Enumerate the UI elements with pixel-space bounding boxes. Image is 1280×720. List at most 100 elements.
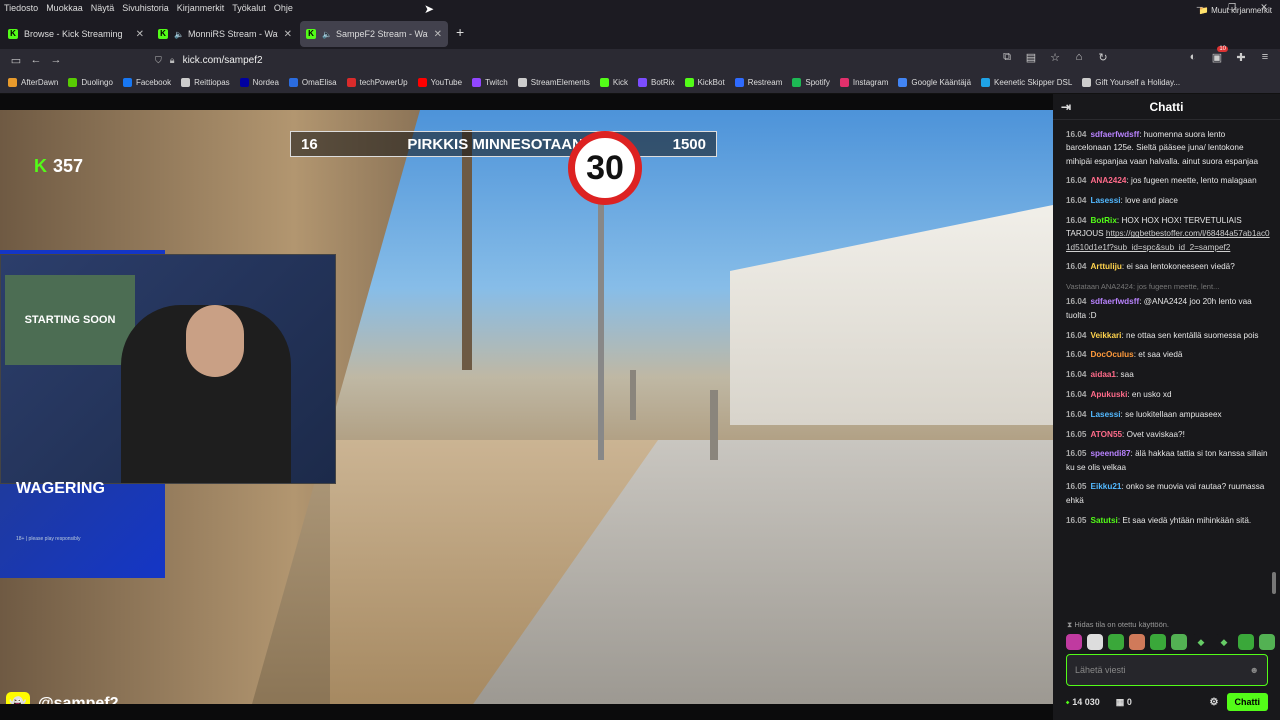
message-username[interactable]: Lasessi bbox=[1091, 410, 1121, 419]
reload-icon[interactable]: ↻ bbox=[1094, 51, 1112, 64]
menu-bookmarks[interactable]: Kirjanmerkit bbox=[173, 3, 229, 13]
send-chat-button[interactable]: Chatti bbox=[1226, 693, 1268, 711]
tab-sampef2[interactable]: K 🔈 SampeF2 Stream - Watch Li ✕ bbox=[300, 21, 448, 47]
emote-icon[interactable]: ◆ bbox=[1192, 634, 1210, 650]
hamburger-menu-icon[interactable]: ≡ bbox=[1256, 51, 1274, 64]
emote-icon[interactable] bbox=[1066, 634, 1082, 650]
message-username[interactable]: Arttuliju bbox=[1091, 262, 1122, 271]
close-tab-icon[interactable]: ✕ bbox=[136, 29, 144, 40]
close-tab-icon[interactable]: ✕ bbox=[284, 29, 292, 40]
emote-icon[interactable] bbox=[1259, 634, 1275, 650]
message-username[interactable]: speendi87 bbox=[1091, 449, 1131, 458]
emote-icon[interactable] bbox=[1108, 634, 1124, 650]
message-username[interactable]: sdfaerfwdsff bbox=[1091, 130, 1140, 139]
message-username[interactable]: ATON55 bbox=[1091, 430, 1123, 439]
bookmark-item[interactable]: Duolingo bbox=[68, 77, 113, 87]
bookmark-item[interactable]: Gift Yourself a Holiday... bbox=[1082, 77, 1180, 87]
bookmark-favicon-icon bbox=[8, 77, 17, 87]
chat-scrollbar[interactable] bbox=[1272, 572, 1276, 594]
emote-icon[interactable] bbox=[1087, 634, 1103, 650]
lock-icon[interactable]: 🔒︎ bbox=[170, 55, 175, 66]
bookmark-item[interactable]: Google Kääntäjä bbox=[898, 77, 971, 87]
picture-in-picture-icon[interactable]: ⧉ bbox=[998, 51, 1016, 64]
bookmark-favicon-icon bbox=[517, 77, 527, 87]
bookmark-item[interactable]: Instagram bbox=[839, 77, 888, 87]
url-bar[interactable]: ⛉ 🔒︎ kick.com/sampef2 bbox=[155, 51, 1055, 69]
home-icon[interactable]: ⌂ bbox=[1070, 51, 1088, 64]
message-username[interactable]: DocOculus bbox=[1091, 350, 1134, 359]
message-username[interactable]: Satutsi bbox=[1091, 516, 1118, 525]
bookmark-star-icon[interactable]: ☆ bbox=[1046, 51, 1064, 64]
bookmark-item[interactable]: Kick bbox=[599, 77, 628, 87]
menu-edit[interactable]: Muokkaa bbox=[42, 3, 87, 13]
bookmark-item[interactable]: AfterDawn bbox=[8, 77, 58, 87]
extensions-icon[interactable]: ✚ bbox=[1232, 51, 1250, 64]
bookmark-item[interactable]: Spotify bbox=[792, 77, 830, 87]
bookmark-item[interactable]: KickBot bbox=[684, 77, 725, 87]
tab-browse-kick[interactable]: K Browse - Kick Streaming ✕ bbox=[2, 21, 150, 47]
bollard bbox=[630, 370, 636, 420]
account-icon[interactable]: ◐ bbox=[1184, 51, 1202, 64]
close-tab-icon[interactable]: ✕ bbox=[434, 29, 442, 40]
sidebar-toggle-icon[interactable]: ▭ bbox=[6, 54, 26, 67]
tracking-shield-icon[interactable]: ⛉ bbox=[155, 55, 162, 66]
message-time: 16.04 bbox=[1066, 330, 1087, 340]
emote-icon[interactable] bbox=[1171, 634, 1187, 650]
menu-file[interactable]: Tiedosto bbox=[0, 3, 42, 13]
channel-points[interactable]: ⬩ 14 030 bbox=[1066, 697, 1100, 708]
tab-monnirs[interactable]: K 🔈 MonniRS Stream - Watch Li ✕ bbox=[152, 21, 298, 47]
bookmark-item[interactable]: Restream bbox=[734, 77, 782, 87]
other-bookmarks[interactable]: 📁 Muut kirjanmerkit bbox=[1199, 6, 1272, 15]
bookmark-item[interactable]: YouTube bbox=[417, 77, 462, 87]
emote-icon[interactable]: ◆ bbox=[1215, 634, 1233, 650]
new-tab-icon[interactable]: + bbox=[456, 24, 464, 40]
message-username[interactable]: Veikkari bbox=[1091, 331, 1122, 340]
message-username[interactable]: Lasessi bbox=[1091, 196, 1121, 205]
kick-favicon-icon: K bbox=[8, 29, 18, 39]
reply-preview[interactable]: Vastataan ANA2424: jos fugeen meette, le… bbox=[1066, 280, 1270, 293]
bookmark-item[interactable]: OmaElisa bbox=[288, 77, 337, 87]
bookmark-item[interactable]: Facebook bbox=[122, 77, 171, 87]
menu-help[interactable]: Ohje bbox=[270, 3, 297, 13]
message-username[interactable]: Eikku21 bbox=[1091, 482, 1122, 491]
bookmark-item[interactable]: Nordea bbox=[239, 77, 279, 87]
speaker-icon[interactable]: 🔈 bbox=[174, 30, 184, 39]
forward-icon[interactable]: → bbox=[46, 54, 66, 66]
gift-count[interactable]: ▦ 0 bbox=[1116, 697, 1132, 708]
menu-tools[interactable]: Työkalut bbox=[228, 3, 270, 13]
video-player[interactable]: 16 PIRKKIS MINNESOTAAN 1500 30 K 357 STA… bbox=[0, 110, 1053, 704]
chat-message: 16.05 Satutsi: Et saa viedä yhtään mihink… bbox=[1066, 514, 1270, 527]
message-username[interactable]: Apukuski bbox=[1091, 390, 1128, 399]
collapse-chat-icon[interactable]: ⇥ bbox=[1061, 100, 1071, 114]
bookmark-favicon-icon bbox=[472, 77, 482, 87]
menu-view[interactable]: Näytä bbox=[87, 3, 119, 13]
emote-icon[interactable] bbox=[1129, 634, 1145, 650]
bookmarks-bar: AfterDawn Duolingo Facebook Reittiopas Norde… bbox=[0, 71, 1280, 94]
reader-view-icon[interactable]: ▤ bbox=[1022, 51, 1040, 64]
back-icon[interactable]: ← bbox=[26, 54, 46, 66]
message-username[interactable]: sdfaerfwdsff bbox=[1091, 297, 1140, 306]
bookmark-item[interactable]: Twitch bbox=[472, 77, 508, 87]
bookmark-favicon-icon bbox=[181, 77, 191, 87]
chat-settings-icon[interactable]: ⚙ bbox=[1210, 697, 1219, 708]
bookmark-label: Duolingo bbox=[81, 77, 113, 87]
emote-icon[interactable] bbox=[1238, 634, 1254, 650]
bookmark-item[interactable]: StreamElements bbox=[517, 77, 590, 87]
message-username[interactable]: BotRix bbox=[1091, 216, 1117, 225]
kick-favicon-icon: K bbox=[158, 29, 168, 39]
chat-input[interactable]: Lähetä viesti ☻ bbox=[1066, 654, 1268, 686]
menu-history[interactable]: Sivuhistoria bbox=[118, 3, 173, 13]
message-username[interactable]: ANA2424 bbox=[1091, 176, 1127, 185]
menu-bar: Tiedosto Muokkaa Näytä Sivuhistoria Kirj… bbox=[0, 0, 1280, 15]
message-username[interactable]: aidaa1 bbox=[1091, 370, 1117, 379]
bookmark-item[interactable]: BotRix bbox=[638, 77, 675, 87]
bookmark-item[interactable]: Keenetic Skipper DSL bbox=[981, 77, 1072, 87]
bookmark-item[interactable]: techPowerUp bbox=[346, 77, 408, 87]
url-text[interactable]: kick.com/sampef2 bbox=[183, 55, 263, 66]
bookmark-item[interactable]: Reittiopas bbox=[181, 77, 230, 87]
extension-badge-icon[interactable]: ▣ 10 bbox=[1208, 46, 1228, 64]
chat-message: 16.04 Lasessi: love and piace bbox=[1066, 194, 1270, 207]
emoji-icon[interactable]: ☻ bbox=[1250, 665, 1259, 675]
speaker-icon[interactable]: 🔈 bbox=[322, 30, 332, 39]
emote-icon[interactable] bbox=[1150, 634, 1166, 650]
